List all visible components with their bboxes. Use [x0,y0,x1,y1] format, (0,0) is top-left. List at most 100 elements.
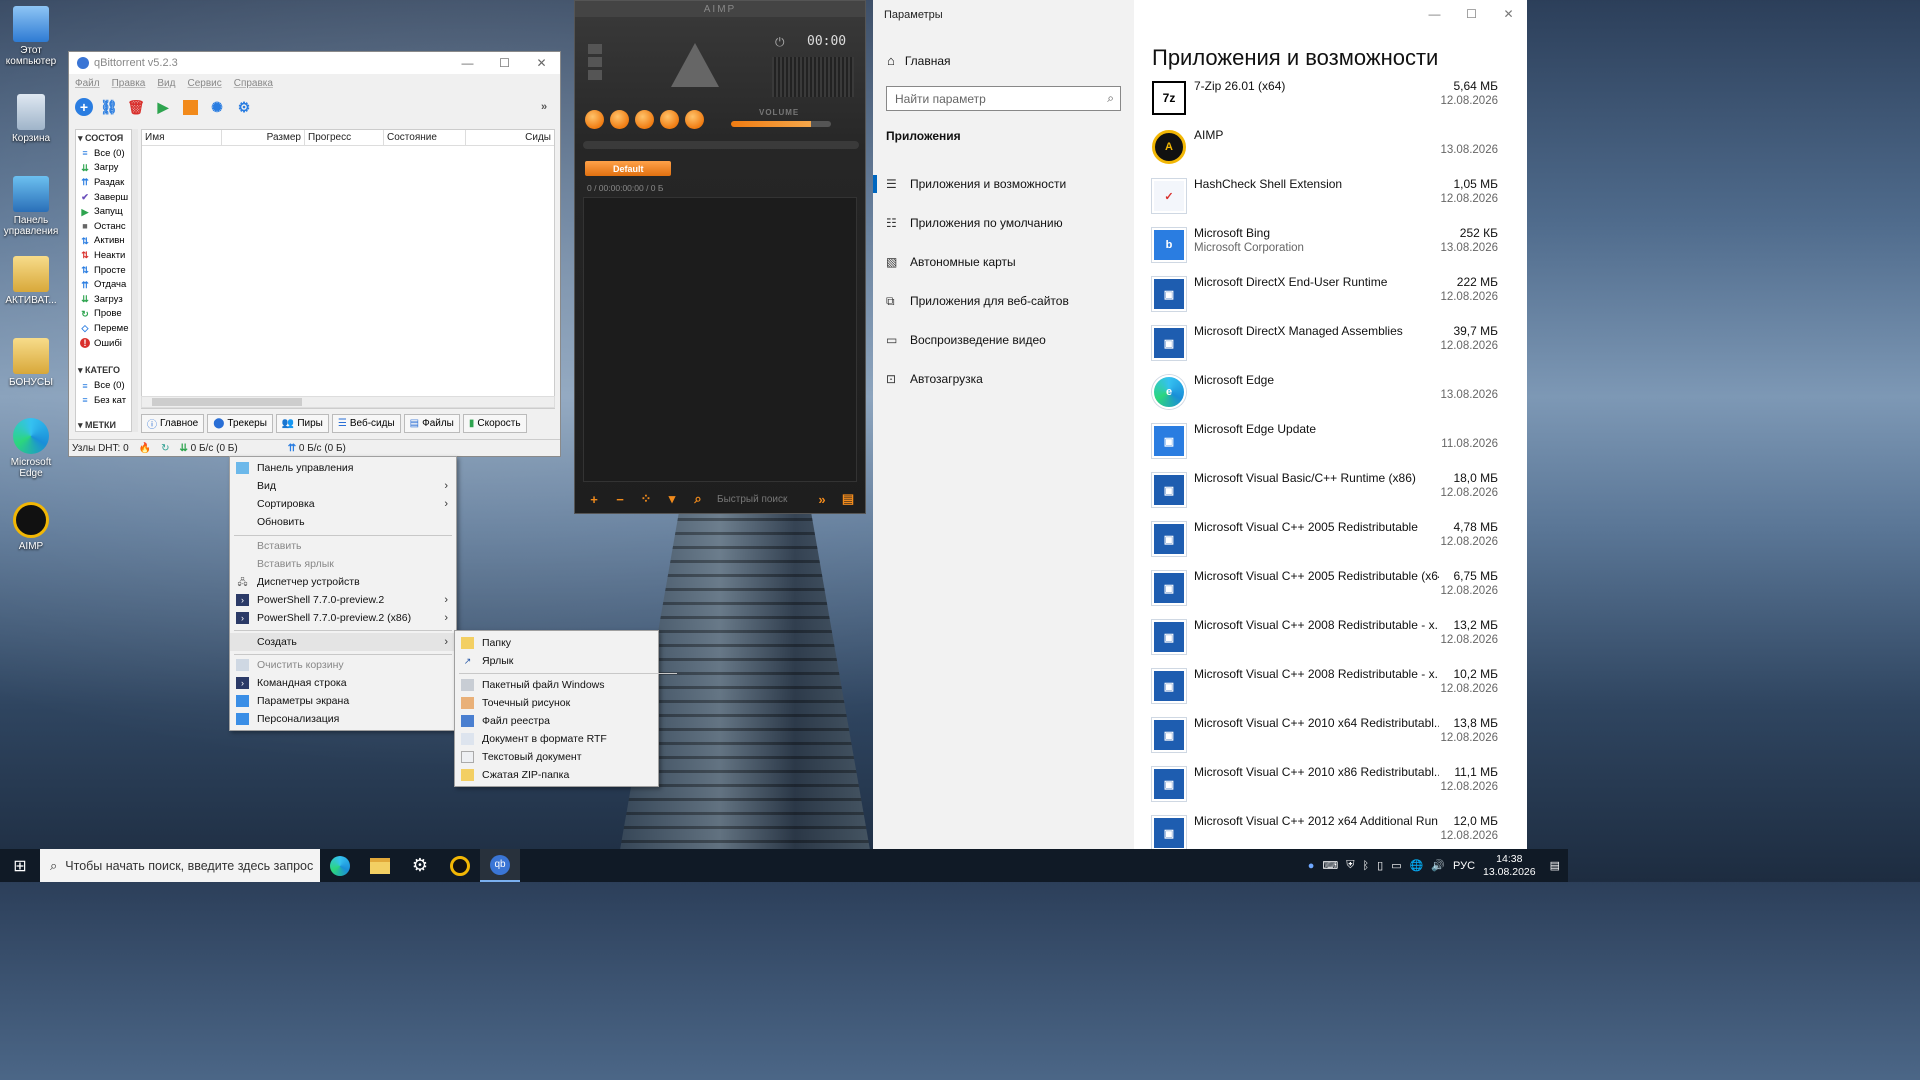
playlist-menu-icon[interactable]: ▤ [835,491,861,507]
menu-edit[interactable]: Правка [112,78,146,89]
new-rtf-document-item[interactable]: Документ в формате RTF [455,730,658,748]
upload-speed[interactable]: ⇈ 0 Б/с (0 Б) [288,443,356,454]
app-list-item[interactable]: ▣ Microsoft Edge Update 11.08.2026 [1152,422,1502,471]
desktop-icon-recycle-bin[interactable]: Корзина [0,94,62,144]
tray-usb-icon[interactable]: ▯ [1377,859,1383,872]
desktop-icon-bonuses[interactable]: БОНУСЫ [0,338,62,388]
tab-general[interactable]: ⓘ Главное [141,414,205,433]
taskbar-edge[interactable] [320,849,360,882]
filter-stalled-upload[interactable]: ⇈ Отдача [76,277,136,292]
menu-item-refresh[interactable]: Обновить [230,513,456,531]
menu-item-display-settings[interactable]: Параметры экрана [230,692,456,710]
close-icon[interactable]: ✕ [1490,0,1527,28]
menu-item-view[interactable]: Вид › [230,477,456,495]
taskbar-settings[interactable]: ⚙ [400,849,440,882]
desktop-icon-aimp[interactable]: AIMP [0,502,62,552]
shuffle-icon[interactable]: ⁘ [633,491,659,507]
filter-stalled-download[interactable]: ⇊ Загруз [76,292,136,307]
app-list-item[interactable]: ▣ Microsoft Visual C++ 2010 x64 Redistri… [1152,716,1502,765]
column-size[interactable]: Размер [222,130,305,145]
sidebar-scrollbar[interactable] [131,129,138,432]
menu-help[interactable]: Справка [234,78,273,89]
tab-peers[interactable]: 👥 Пиры [275,414,329,433]
filter-errored[interactable]: ! Ошибі [76,336,136,351]
app-list-item[interactable]: ▣ Microsoft DirectX Managed Assemblies 3… [1152,324,1502,373]
play-button[interactable] [610,110,629,129]
new-batch-file-item[interactable]: Пакетный файл Windows [455,676,658,694]
tray-qbittorrent-icon[interactable]: ● [1308,860,1315,872]
playlist[interactable] [583,197,857,482]
language-indicator[interactable]: РУС [1453,860,1475,872]
aimp-side-buttons[interactable] [585,41,625,91]
taskbar-explorer[interactable] [360,849,400,882]
tab-speed[interactable]: ▮ Скорость [462,414,527,433]
scrollbar-thumb[interactable] [152,398,302,406]
taskbar-qbittorrent[interactable]: qb [480,849,520,882]
nav-startup[interactable]: ⊡ Автозагрузка [873,364,1134,394]
connection-icon[interactable]: ↻ [161,443,169,454]
prev-button[interactable] [585,110,604,129]
categories-header[interactable]: ▾ КАТЕГО [76,362,136,378]
new-shortcut-item[interactable]: ↗ Ярлык [455,652,658,670]
app-list-item[interactable]: ▣ Microsoft DirectX End-User Runtime 222… [1152,275,1502,324]
sort-icon[interactable]: ▾ [659,491,685,507]
column-progress[interactable]: Прогресс [305,130,384,145]
app-list-item[interactable]: e Microsoft Edge 13.08.2026 [1152,373,1502,422]
next-button[interactable] [685,110,704,129]
taskbar-aimp[interactable] [440,849,480,882]
category-uncategorized[interactable]: ≡ Без кат [76,393,136,408]
new-folder-item[interactable]: Папку [455,634,658,652]
filter-checking[interactable]: ↻ Прове [76,307,136,322]
tab-files[interactable]: ▤ Файлы [403,414,460,433]
column-state[interactable]: Состояние [384,130,466,145]
app-list-item[interactable]: ▣ Microsoft Visual C++ 2010 x86 Redistri… [1152,765,1502,814]
filter-inactive[interactable]: ⇅ Неакти [76,248,136,263]
app-list-item[interactable]: ▣ Microsoft Visual C++ 2008 Redistributa… [1152,618,1502,667]
desktop-icon-edge[interactable]: Microsoft Edge [0,418,62,479]
menu-item-personalize[interactable]: Персонализация [230,710,456,728]
desktop-icon-this-pc[interactable]: Этот компьютер [0,6,62,67]
tab-trackers[interactable]: ⬤ Трекеры [207,414,273,433]
column-name[interactable]: Имя [142,130,222,145]
maximize-icon[interactable]: ☐ [486,52,523,74]
add-link-icon[interactable]: ⛓ [98,96,120,118]
stop-button[interactable] [660,110,679,129]
menu-item-powershell-x86[interactable]: › PowerShell 7.7.0-preview.2 (x86) › [230,609,456,627]
menu-item-sort[interactable]: Сортировка › [230,495,456,513]
settings-gear-icon[interactable]: ⚙ [233,96,255,118]
menu-item-paste[interactable]: Вставить [230,537,456,555]
stop-icon[interactable] [179,96,201,118]
category-all[interactable]: ≡ Все (0) [76,378,136,393]
filter-all[interactable]: ≡ Все (0) [76,146,136,161]
new-text-document-item[interactable]: Текстовый документ [455,748,658,766]
volume-slider[interactable] [731,121,831,127]
app-list-item[interactable]: A AIMP 13.08.2026 [1152,128,1502,177]
maximize-icon[interactable]: ☐ [1453,0,1490,28]
start-button[interactable]: ⊞ [0,849,40,882]
nav-home[interactable]: ⌂ Главная [887,53,951,68]
pause-button[interactable] [635,110,654,129]
filter-stopped[interactable]: ■ Останс [76,219,136,234]
filter-downloading[interactable]: ⇊ Загру [76,161,136,176]
tab-webseeds[interactable]: ☰ Веб-сиды [331,414,401,433]
menu-item-device-manager[interactable]: 🖧 Диспетчер устройств [230,573,456,591]
menu-item-empty-recycle-bin[interactable]: Очистить корзину [230,656,456,674]
app-list-item[interactable]: 7z 7-Zip 26.01 (x64) 5,64 МБ 12.08.2026 [1152,79,1502,128]
app-list-item[interactable]: ▣ Microsoft Visual C++ 2005 Redistributa… [1152,569,1502,618]
menu-file[interactable]: Файл [75,78,100,89]
options-icon[interactable]: ✺ [206,96,228,118]
menu-item-paste-shortcut[interactable]: Вставить ярлык [230,555,456,573]
close-icon[interactable]: ✕ [523,52,560,74]
notifications-icon[interactable]: ▤ [1550,859,1560,872]
seek-bar[interactable] [583,141,859,149]
remove-icon[interactable]: − [607,492,633,507]
tray-volume-icon[interactable]: 🔊 [1431,859,1445,872]
new-bitmap-item[interactable]: Точечный рисунок [455,694,658,712]
desktop-icon-activators[interactable]: АКТИВАТ... [0,256,62,306]
column-seeds[interactable]: Сиды [466,130,554,145]
filter-running[interactable]: ▶ Запущ [76,204,136,219]
app-list-item[interactable]: ▣ Microsoft Visual C++ 2008 Redistributa… [1152,667,1502,716]
search-next-icon[interactable]: » [809,492,835,507]
menu-item-new[interactable]: Создать › [230,633,456,651]
menu-item-command-prompt[interactable]: › Командная строка [230,674,456,692]
